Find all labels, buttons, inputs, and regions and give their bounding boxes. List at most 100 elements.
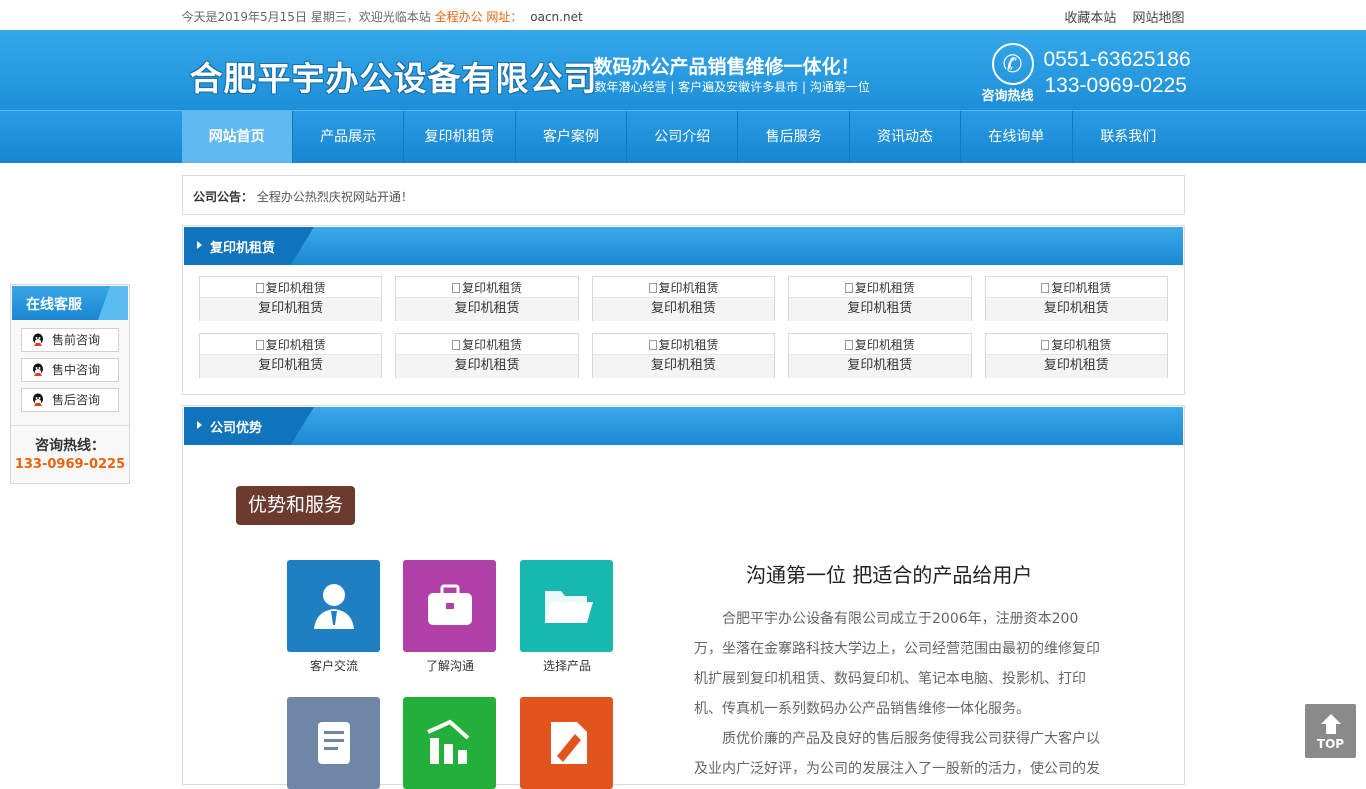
image-alt-text: 复印机租赁 (854, 338, 915, 352)
qq-consult-button[interactable]: 售中咨询 (21, 358, 119, 382)
product-caption[interactable]: 复印机租赁 (985, 297, 1168, 321)
online-service-widget: 在线客服 售前咨询 售中咨询 售后咨询 咨询热线： 133-0969-0225 (10, 284, 130, 484)
product-caption[interactable]: 复印机租赁 (396, 354, 578, 378)
phone-number-mobile: 133-0969-0225 (1044, 74, 1187, 97)
rental-grid: 复印机租赁 复印机租赁 复印机租赁 复印机租赁 复印机租赁 复印机租赁 复印机租赁 复印机租赁… (183, 266, 1184, 378)
advantages-section: 公司优势 优势和服务 客户交流 了解沟通 选择产品 沟通第一位 把适合的产品给用户 … (182, 405, 1185, 789)
advantage-tile[interactable] (403, 560, 496, 652)
product-image-placeholder[interactable]: 复印机租赁 (200, 277, 381, 297)
nav-item-2[interactable]: 复印机租赁 (404, 111, 516, 163)
nav-item-4[interactable]: 公司介绍 (627, 111, 739, 163)
edit-icon (537, 712, 597, 775)
advantage-tile[interactable] (287, 697, 380, 789)
folder-icon (537, 575, 597, 638)
product-image-placeholder[interactable]: 复印机租赁 (593, 277, 774, 297)
rental-product-card[interactable]: 复印机租赁 复印机租赁 (591, 333, 776, 378)
qq-penguin-icon (33, 363, 43, 376)
image-alt-text: 复印机租赁 (462, 281, 523, 295)
date-greeting: 今天是2019年5月15日 星期三，欢迎光临本站 (181, 10, 431, 24)
product-caption[interactable]: 复印机租赁 (985, 354, 1168, 378)
product-image-placeholder[interactable]: 复印机租赁 (593, 334, 774, 354)
broken-image-icon (648, 340, 657, 350)
rental-product-card[interactable]: 复印机租赁 复印机租赁 (788, 276, 972, 321)
caret-right-icon (197, 241, 202, 249)
rental-product-card[interactable]: 复印机租赁 复印机租赁 (199, 276, 383, 321)
back-to-top-button[interactable]: TOP (1305, 704, 1356, 758)
main-nav: 网站首页 产品展示 复印机租赁 客户案例 公司介绍 售后服务 资讯动态 在线询单 联系我们 (0, 110, 1366, 163)
product-caption[interactable]: 复印机租赁 (592, 297, 775, 321)
rental-product-card[interactable]: 复印机租赁 复印机租赁 (395, 276, 579, 321)
advantages-section-title[interactable]: 公司优势 (210, 417, 262, 436)
advantage-tile-label: 了解沟通 (425, 659, 474, 673)
nav-item-3[interactable]: 客户案例 (516, 111, 628, 163)
broken-image-icon (452, 340, 461, 350)
qq-penguin-icon (33, 333, 43, 346)
broken-image-icon (1041, 340, 1050, 350)
rental-section-header: 复印机租赁 (184, 227, 1183, 265)
rental-product-card[interactable]: 复印机租赁 复印机租赁 (199, 333, 383, 378)
advantage-tile[interactable] (520, 697, 613, 789)
qq-consult-button[interactable]: 售前咨询 (21, 328, 119, 352)
nav-item-1[interactable]: 产品展示 (293, 111, 405, 163)
advantages-badge: 优势和服务 (236, 486, 355, 525)
product-image-placeholder[interactable]: 复印机租赁 (396, 334, 577, 354)
image-alt-text: 复印机租赁 (265, 281, 326, 295)
phone-icon: ✆ (991, 43, 1034, 85)
rental-row: 复印机租赁 复印机租赁 复印机租赁 复印机租赁 复印机租赁 复印机租赁 复印机租赁 复印机租赁… (199, 333, 1169, 378)
broken-image-icon (844, 283, 853, 293)
company-logo-text[interactable]: 合肥平宇办公设备有限公司 (190, 52, 598, 100)
product-image-placeholder[interactable]: 复印机租赁 (200, 334, 381, 354)
bookmark-link[interactable]: 收藏本站 (1064, 11, 1116, 26)
nav-item-6[interactable]: 资讯动态 (850, 111, 962, 163)
nav-item-5[interactable]: 售后服务 (738, 111, 850, 163)
image-alt-text: 复印机租赁 (658, 281, 719, 295)
sitemap-link[interactable]: 网站地图 (1132, 11, 1184, 26)
product-caption[interactable]: 复印机租赁 (789, 297, 971, 321)
rental-row: 复印机租赁 复印机租赁 复印机租赁 复印机租赁 复印机租赁 复印机租赁 复印机租赁 复印机租赁… (199, 276, 1169, 321)
rental-product-card[interactable]: 复印机租赁 复印机租赁 (395, 333, 579, 378)
broken-image-icon (648, 283, 657, 293)
online-service-title: 在线客服 (26, 297, 82, 313)
advantage-tile[interactable] (287, 560, 380, 652)
rental-product-card[interactable]: 复印机租赁 复印机租赁 (591, 276, 776, 321)
product-image-placeholder[interactable]: 复印机租赁 (396, 277, 577, 297)
broken-image-icon (255, 283, 264, 293)
nav-item-8[interactable]: 联系我们 (1073, 111, 1184, 163)
qq-consult-button[interactable]: 售后咨询 (21, 388, 119, 412)
announcement-text[interactable]: 全程办公热烈庆祝网站开通！ (257, 190, 413, 204)
product-caption[interactable]: 复印机租赁 (789, 354, 971, 378)
intro-paragraph-2: 质优价廉的产品及良好的售后服务使得我公司获得广大客户以及业内广泛好评，为公司的发… (694, 731, 1100, 777)
image-alt-text: 复印机租赁 (854, 281, 915, 295)
arrow-up-icon (1321, 714, 1341, 724)
product-image-placeholder[interactable]: 复印机租赁 (789, 334, 970, 354)
advantage-tile[interactable] (403, 697, 496, 789)
online-service-header: 在线客服 (12, 286, 128, 320)
rental-product-card[interactable]: 复印机租赁 复印机租赁 (984, 276, 1169, 321)
document-icon (304, 712, 364, 775)
qq-consult-label: 售后咨询 (52, 393, 101, 407)
product-caption[interactable]: 复印机租赁 (592, 354, 775, 378)
site-domain: oacn.net (530, 10, 583, 24)
product-image-placeholder[interactable]: 复印机租赁 (789, 277, 970, 297)
broken-image-icon (1041, 283, 1050, 293)
advantage-tile[interactable] (520, 560, 613, 652)
product-caption[interactable]: 复印机租赁 (200, 297, 382, 321)
rental-product-card[interactable]: 复印机租赁 复印机租赁 (788, 333, 972, 378)
product-image-placeholder[interactable]: 复印机租赁 (986, 334, 1167, 354)
nav-item-0[interactable]: 网站首页 (181, 111, 293, 163)
qq-consult-label: 售前咨询 (52, 333, 101, 347)
product-caption[interactable]: 复印机租赁 (200, 354, 382, 378)
image-alt-text: 复印机租赁 (658, 338, 719, 352)
site-name: 全程办公 网址： (434, 10, 523, 24)
top-bar: 今天是2019年5月15日 星期三，欢迎光临本站 全程办公 网址： oacn.n… (0, 0, 1366, 30)
rental-product-card[interactable]: 复印机租赁 复印机租赁 (984, 333, 1169, 378)
intro-paragraph-1: 合肥平宇办公设备有限公司成立于2006年，注册资本200万，坐落在金寨路科技大学… (694, 611, 1100, 717)
nav-item-7[interactable]: 在线询单 (961, 111, 1073, 163)
product-image-placeholder[interactable]: 复印机租赁 (986, 277, 1167, 297)
broken-image-icon (844, 340, 853, 350)
broken-image-icon (255, 340, 264, 350)
announcement-bar: 公司公告： 全程办公热烈庆祝网站开通！ (182, 175, 1185, 215)
qq-penguin-icon (33, 393, 43, 406)
product-caption[interactable]: 复印机租赁 (396, 297, 578, 321)
rental-section-title[interactable]: 复印机租赁 (210, 237, 275, 256)
